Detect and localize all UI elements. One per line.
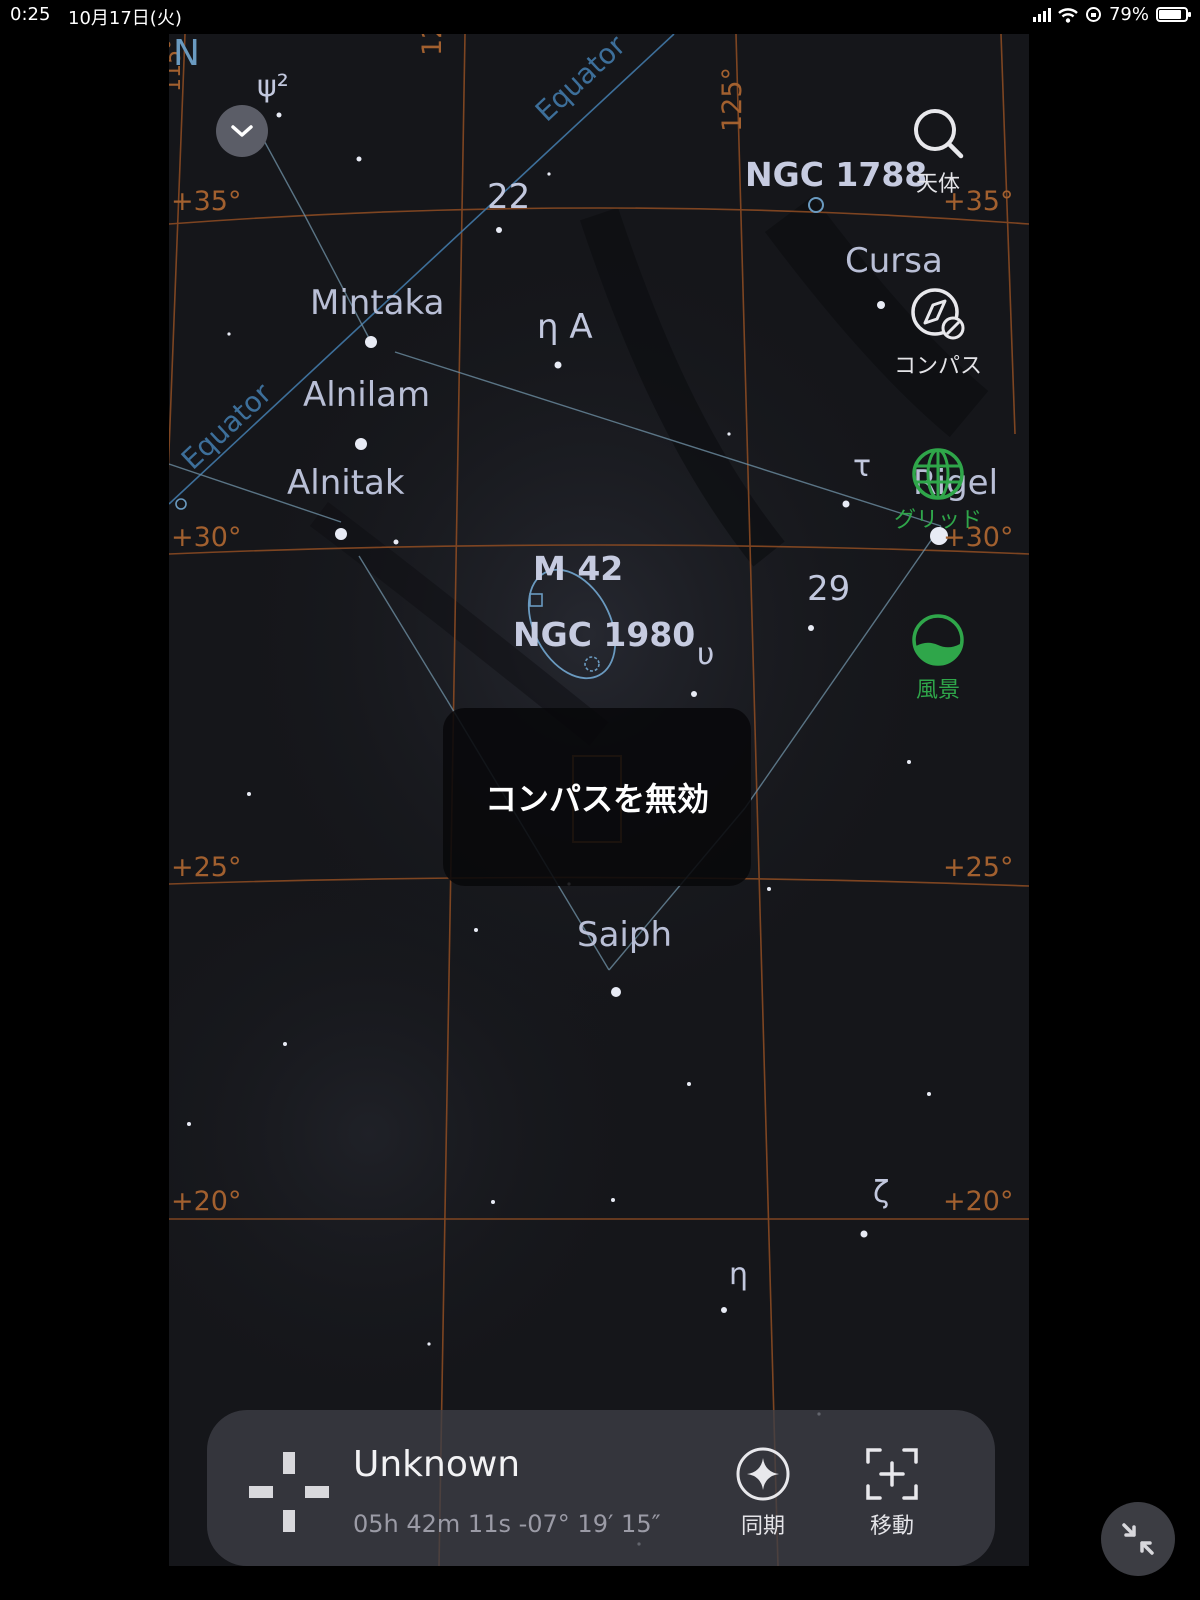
status-bar: 0:25 10月17日(火) 79% bbox=[0, 0, 1200, 32]
star-label-tau[interactable]: τ bbox=[853, 452, 871, 482]
collapse-button[interactable] bbox=[216, 105, 268, 157]
star-label-29[interactable]: 29 bbox=[807, 572, 850, 606]
compass-toggle-button[interactable]: コンパス bbox=[883, 284, 993, 380]
sync-label: 同期 bbox=[740, 1514, 785, 1539]
object-coordinates: 05h 42m 11s -07° 19′ 15″ bbox=[353, 1510, 661, 1538]
search-icon bbox=[914, 109, 964, 159]
move-target-icon bbox=[866, 1448, 918, 1500]
ra-label-120: 120° bbox=[417, 34, 448, 56]
star-label-22[interactable]: 22 bbox=[487, 180, 530, 214]
landscape-icon bbox=[912, 614, 964, 666]
move-label: 移動 bbox=[869, 1514, 914, 1539]
crosshair-icon bbox=[249, 1452, 329, 1532]
objects-label: 天体 bbox=[915, 172, 960, 197]
star-label-mintaka[interactable]: Mintaka bbox=[310, 286, 444, 320]
dec-label-20: +20° bbox=[171, 1186, 242, 1217]
battery-percent: 79% bbox=[1108, 4, 1149, 25]
battery-icon bbox=[1156, 7, 1191, 22]
status-right: 79% bbox=[1032, 4, 1191, 25]
star-label-eta-a[interactable]: η A bbox=[537, 310, 593, 344]
toast-message: コンパスを無効 bbox=[443, 708, 751, 886]
compass-disabled-icon bbox=[911, 288, 965, 340]
dso-label-ngc1980[interactable]: NGC 1980 bbox=[513, 618, 695, 651]
north-indicator: N bbox=[173, 34, 200, 74]
landscape-toggle-button[interactable]: 風景 bbox=[883, 612, 993, 704]
dec-label-25: +25° bbox=[171, 852, 242, 883]
landscape-label: 風景 bbox=[915, 678, 960, 703]
object-info-bar[interactable]: Unknown 05h 42m 11s -07° 19′ 15″ 同期 移動 bbox=[207, 1410, 995, 1566]
sync-button[interactable]: 同期 bbox=[718, 1446, 808, 1540]
move-button[interactable]: 移動 bbox=[847, 1446, 937, 1540]
star-label-eta[interactable]: η bbox=[729, 1260, 748, 1290]
chevron-down-icon bbox=[231, 125, 253, 137]
status-time: 0:25 bbox=[10, 4, 51, 25]
object-name: Unknown bbox=[353, 1444, 521, 1485]
star-label-zeta[interactable]: ζ bbox=[873, 1178, 889, 1208]
dso-label-m42[interactable]: M 42 bbox=[533, 552, 623, 585]
star-label-psi2: ψ² bbox=[257, 69, 289, 104]
star-label-cursa[interactable]: Cursa bbox=[845, 244, 943, 278]
status-date: 10月17日(火) bbox=[68, 8, 182, 29]
rotation-lock-icon bbox=[1085, 7, 1101, 22]
star-label-alnilam[interactable]: Alnilam bbox=[303, 378, 430, 412]
globe-grid-icon bbox=[912, 448, 964, 500]
sync-star-icon bbox=[736, 1447, 790, 1501]
exit-fullscreen-button[interactable] bbox=[1101, 1502, 1175, 1576]
dec-label-20-right: +20° bbox=[943, 1186, 1014, 1217]
collapse-arrows-icon bbox=[1122, 1523, 1154, 1555]
compass-label: コンパス bbox=[893, 354, 982, 379]
star-label-upsilon[interactable]: υ bbox=[697, 640, 714, 670]
wifi-icon bbox=[1058, 7, 1078, 23]
star-label-alnitak[interactable]: Alnitak bbox=[287, 466, 405, 500]
toast-text: コンパスを無効 bbox=[484, 780, 709, 818]
sky-map[interactable]: +35° +35° +30° +30° +25° +25° +20° +20° … bbox=[169, 34, 1029, 1566]
dec-label-35: +35° bbox=[171, 186, 242, 217]
ra-label-125: 125° bbox=[717, 66, 748, 132]
dec-label-30: +30° bbox=[171, 522, 242, 553]
dec-label-25-right: +25° bbox=[943, 852, 1014, 883]
cellular-signal-icon bbox=[1032, 7, 1051, 22]
grid-toggle-button[interactable]: グリッド bbox=[883, 446, 993, 534]
objects-search-button[interactable]: 天体 bbox=[883, 106, 993, 198]
star-label-saiph[interactable]: Saiph bbox=[577, 918, 672, 952]
grid-label: グリッド bbox=[893, 508, 982, 533]
